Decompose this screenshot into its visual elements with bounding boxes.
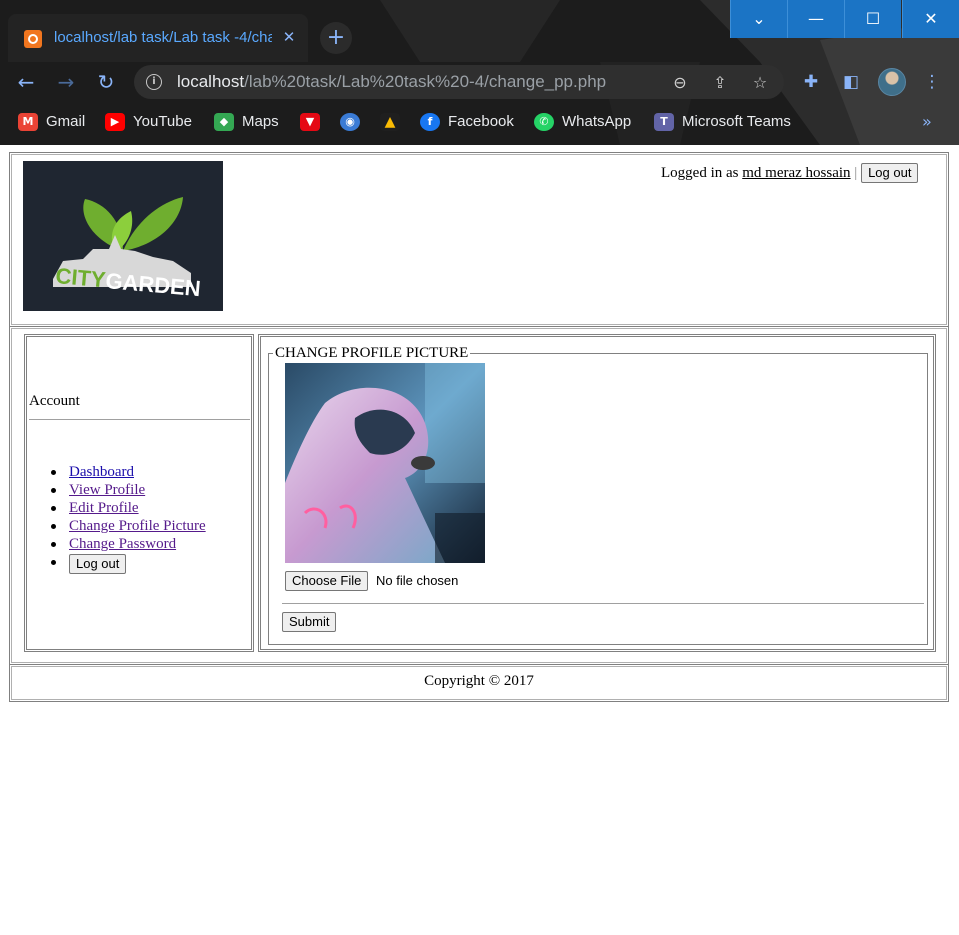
choose-file-button[interactable]: Choose File xyxy=(285,571,369,591)
header-cell: CITY GARDEN Logged in as md meraz hossai… xyxy=(9,152,949,327)
url-host: localhost xyxy=(177,72,245,91)
sidebar-item-change-password: Change Password xyxy=(43,535,206,553)
sidebar-menu: Dashboard View Profile Edit Profile Chan… xyxy=(43,463,206,574)
facebook-icon: f xyxy=(420,113,440,132)
minimize-button[interactable]: — xyxy=(787,0,844,38)
reload-icon[interactable]: ↻ xyxy=(92,68,120,96)
bookmark-gmail[interactable]: M Gmail xyxy=(18,110,85,134)
bookmark-label: Gmail xyxy=(46,113,86,130)
sidebar-title: Account xyxy=(29,393,80,409)
bookmark-drive[interactable]: ▲ xyxy=(380,110,408,134)
url-path: /lab%20task/Lab%20task%20-4/change_pp.ph… xyxy=(244,72,607,91)
teams-icon: T xyxy=(654,113,674,132)
bookmark-whatsapp[interactable]: ✆ WhatsApp xyxy=(534,110,631,134)
tab-title: localhost/lab task/Lab task -4/change_pp… xyxy=(54,29,272,46)
footer-cell: Copyright © 2017 xyxy=(9,664,949,702)
url-text[interactable]: localhost/lab%20task/Lab%20task%20-4/cha… xyxy=(177,72,657,92)
maps-icon: ◆ xyxy=(214,113,234,132)
change-password-link[interactable]: Change Password xyxy=(69,536,176,552)
youtube-icon: ▶ xyxy=(105,113,125,132)
bookmark-label: WhatsApp xyxy=(562,113,632,130)
browser-toolbar: ← → ↻ i localhost/lab%20task/Lab%20task%… xyxy=(0,62,959,102)
extensions-puzzle-icon[interactable]: ✚ xyxy=(799,70,823,94)
dashboard-link[interactable]: Dashboard xyxy=(69,464,134,480)
bookmark-label: YouTube xyxy=(133,113,192,130)
browser-chrome: localhost/lab task/Lab task -4/change_pp… xyxy=(0,0,959,145)
file-input: Choose File No file chosen xyxy=(285,571,458,591)
profile-picture xyxy=(285,363,485,563)
zoom-icon[interactable]: ⊖ xyxy=(669,72,691,94)
tab-strip: localhost/lab task/Lab task -4/change_pp… xyxy=(0,0,959,62)
bookmark-maps[interactable]: ◆ Maps xyxy=(214,110,279,134)
bookmark-teams[interactable]: T Microsoft Teams xyxy=(654,110,791,134)
bookmark-youtube[interactable]: ▶ YouTube xyxy=(105,110,192,134)
bookmark-label: Facebook xyxy=(448,113,514,130)
bookmarks-bar: M Gmail ▶ YouTube ◆ Maps ▼ ◉ ▲ f Facebook ✆ W… xyxy=(0,102,959,142)
citygarden-logo-graphic: CITY GARDEN xyxy=(23,161,223,311)
login-separator: | xyxy=(854,165,858,181)
sidebar-item-edit-profile: Edit Profile xyxy=(43,499,206,517)
back-arrow-icon[interactable]: ← xyxy=(12,68,40,96)
profile-avatar[interactable] xyxy=(878,68,906,96)
sidebar-item-view-profile: View Profile xyxy=(43,481,206,499)
whatsapp-icon: ✆ xyxy=(534,113,554,132)
sidebar-divider xyxy=(29,419,250,420)
bookmark-facebook[interactable]: f Facebook xyxy=(420,110,514,134)
header-logout-button[interactable]: Log out xyxy=(861,163,919,183)
file-status-text: No file chosen xyxy=(376,573,459,588)
user-name-link[interactable]: md meraz hossain xyxy=(742,165,850,181)
bookmark-star-icon[interactable]: ☆ xyxy=(749,72,771,94)
share-icon[interactable]: ⇪ xyxy=(709,72,731,94)
sidebar: Account Dashboard View Profile Edit Prof… xyxy=(24,334,254,652)
bookmark-label: Maps xyxy=(242,113,279,130)
forward-arrow-icon[interactable]: → xyxy=(52,68,80,96)
logged-in-prefix: Logged in as xyxy=(661,165,739,181)
new-tab-button[interactable]: + xyxy=(320,22,352,54)
body-cell: Account Dashboard View Profile Edit Prof… xyxy=(9,326,949,665)
more-bookmarks-icon[interactable]: » xyxy=(922,110,940,134)
menu-dots-icon[interactable]: ⋮ xyxy=(920,70,944,94)
address-bar[interactable]: i localhost/lab%20task/Lab%20task%20-4/c… xyxy=(134,65,784,99)
site-logo: CITY GARDEN xyxy=(23,161,223,311)
site-info-icon[interactable]: i xyxy=(146,74,162,90)
sidebar-logout-button[interactable]: Log out xyxy=(69,554,127,574)
change-profile-picture-link[interactable]: Change Profile Picture xyxy=(69,518,206,534)
xampp-favicon-icon xyxy=(24,30,42,48)
sidebar-item-dashboard: Dashboard xyxy=(43,463,206,481)
content-cell: CHANGE PROFILE PICTURE Choose File No fi… xyxy=(258,334,936,652)
bookmark-shield[interactable]: ◉ xyxy=(340,110,368,134)
bookmark-label: Microsoft Teams xyxy=(682,113,791,130)
copyright-text: Copyright © 2017 xyxy=(424,673,534,689)
close-window-button[interactable]: ✕ xyxy=(902,0,959,38)
tab-active[interactable]: localhost/lab task/Lab task -4/change_pp… xyxy=(8,14,308,62)
tab-close-icon[interactable]: ✕ xyxy=(280,26,298,48)
bookmark-tv[interactable]: ▼ xyxy=(300,110,328,134)
profile-picture-graphic xyxy=(285,363,485,563)
page-content: CITY GARDEN Logged in as md meraz hossai… xyxy=(0,145,959,935)
tv-icon: ▼ xyxy=(300,113,320,132)
content-divider xyxy=(282,603,924,604)
tab-search-button[interactable]: ⌄ xyxy=(730,0,787,38)
side-panel-icon[interactable]: ◧ xyxy=(839,70,863,94)
login-status: Logged in as md meraz hossain | Log out xyxy=(661,161,919,185)
sidebar-item-logout: Log out xyxy=(43,553,206,574)
submit-button[interactable]: Submit xyxy=(282,612,337,632)
logo-city-text: CITY xyxy=(55,263,107,292)
shield-icon: ◉ xyxy=(340,113,360,132)
view-profile-link[interactable]: View Profile xyxy=(69,482,145,498)
edit-profile-link[interactable]: Edit Profile xyxy=(69,500,139,516)
submit-wrapper: Submit xyxy=(282,612,337,632)
maximize-button[interactable]: ☐ xyxy=(844,0,901,38)
fieldset-legend: CHANGE PROFILE PICTURE xyxy=(273,345,471,362)
gmail-icon: M xyxy=(18,113,38,132)
sidebar-item-change-picture: Change Profile Picture xyxy=(43,517,206,535)
drive-icon: ▲ xyxy=(380,113,400,132)
